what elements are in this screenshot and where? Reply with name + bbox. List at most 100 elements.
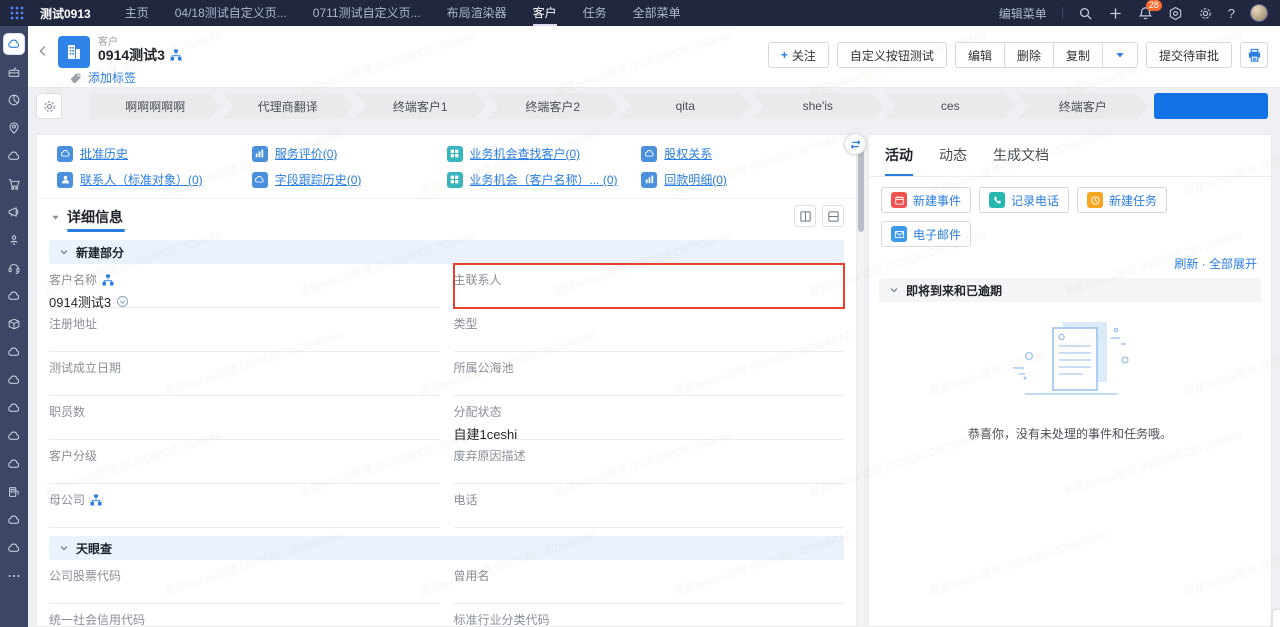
activity-tab[interactable]: 活动 <box>885 145 913 176</box>
collapse-caret-icon[interactable] <box>51 211 60 220</box>
add-tag-link[interactable]: 添加标签 <box>88 69 136 86</box>
sidebar-item-pump-16[interactable] <box>4 482 24 502</box>
stage-step[interactable]: 终端客户2 <box>488 93 619 119</box>
field-cell[interactable]: 电话 <box>453 484 844 528</box>
detail-tab[interactable]: 详细信息 <box>67 207 123 227</box>
related-link[interactable]: 联系人（标准对象）(0) <box>80 171 203 188</box>
service-hub-icon[interactable] <box>1168 6 1183 21</box>
sidebar-item-cloud-14[interactable] <box>4 426 24 446</box>
stage-step[interactable]: 终端客户 <box>1018 93 1149 119</box>
print-button[interactable] <box>1240 42 1268 68</box>
detail-scrollbar[interactable] <box>858 134 864 627</box>
topbar-menu-item[interactable]: 0711测试自定义页... <box>313 0 421 26</box>
activity-tab[interactable]: 动态 <box>939 145 967 176</box>
sidebar-item-personpin-7[interactable] <box>4 230 24 250</box>
hierarchy-icon[interactable] <box>170 49 182 61</box>
row-view-button[interactable] <box>822 205 844 227</box>
column-view-button[interactable] <box>794 205 816 227</box>
follow-button[interactable]: + 关注 <box>767 42 829 68</box>
search-icon[interactable] <box>1078 6 1093 21</box>
sidebar-item-pin-3[interactable] <box>4 118 24 138</box>
calendar-action-button[interactable]: 新建事件 <box>881 187 972 213</box>
stage-step[interactable]: qita <box>620 93 751 119</box>
more-actions-button[interactable] <box>1101 42 1138 68</box>
sidebar-item-cloud-18[interactable] <box>4 538 24 558</box>
related-link[interactable]: 回款明细(0) <box>664 171 727 188</box>
custom-test-button[interactable]: 自定义按钮测试 <box>836 42 947 68</box>
clock-action-button[interactable]: 新建任务 <box>1077 187 1168 213</box>
hierarchy-icon[interactable] <box>90 494 102 506</box>
submit-approval-button[interactable]: 提交待审批 <box>1145 42 1232 68</box>
sidebar-item-cloud-15[interactable] <box>4 454 24 474</box>
app-launcher-icon[interactable] <box>10 6 24 20</box>
field-cell[interactable]: 标准行业分类代码 <box>454 604 845 626</box>
sidebar-item-megaphone-6[interactable] <box>4 202 24 222</box>
user-avatar[interactable] <box>1250 4 1268 22</box>
activity-tab[interactable]: 生成文档 <box>993 145 1049 176</box>
related-link[interactable]: 业务机会（客户名称）... (0) <box>470 171 618 188</box>
stage-settings-button[interactable] <box>36 93 62 119</box>
phone-action-button[interactable]: 记录电话 <box>979 187 1070 213</box>
delete-button[interactable]: 删除 <box>1003 42 1054 68</box>
help-icon[interactable]: ? <box>1228 6 1235 21</box>
add-icon[interactable] <box>1108 6 1123 21</box>
topbar-menu-item[interactable]: 04/18测试自定义页... <box>175 0 287 26</box>
field-cell[interactable]: 所属公海池 <box>453 352 844 396</box>
related-link[interactable]: 股权关系 <box>664 145 712 162</box>
stage-step[interactable]: 终端客户1 <box>355 93 486 119</box>
field-cell[interactable]: 测试成立日期 <box>49 352 440 396</box>
field-cell[interactable]: 母公司 <box>49 484 440 528</box>
section-header[interactable]: 新建部分 <box>49 240 844 264</box>
topbar-menu-item[interactable]: 任务 <box>583 0 607 26</box>
field-cell[interactable]: 公司股票代码 <box>49 560 440 604</box>
field-cell[interactable]: 曾用名 <box>453 560 844 604</box>
sidebar-item-radio-1[interactable] <box>4 62 24 82</box>
field-cell[interactable]: 职员数 <box>49 396 440 440</box>
edit-menu-button[interactable]: 编辑菜单 <box>999 5 1047 22</box>
sidebar-item-headset-8[interactable] <box>4 258 24 278</box>
sidebar-item-cloud-0[interactable] <box>4 34 24 54</box>
sidebar-item-cloud-9[interactable] <box>4 286 24 306</box>
notifications-bell-icon[interactable]: 28 <box>1138 0 1162 21</box>
stage-step[interactable]: 代理商翻译 <box>223 93 354 119</box>
circlev-icon[interactable] <box>116 295 129 308</box>
edit-button[interactable]: 编辑 <box>954 42 1005 68</box>
related-link[interactable]: 业务机会查找客户(0) <box>470 145 581 162</box>
stage-step[interactable]: she'is <box>753 93 884 119</box>
copy-button[interactable]: 复制 <box>1052 42 1103 68</box>
sidebar-item-box-10[interactable] <box>4 314 24 334</box>
sidebar-item-cloud-17[interactable] <box>4 510 24 530</box>
sidebar-item-pie-2[interactable] <box>4 90 24 110</box>
field-cell[interactable]: 统一社会信用代码 <box>49 604 440 626</box>
field-cell[interactable]: 客户分级 <box>49 440 440 484</box>
related-link[interactable]: 服务评价(0) <box>275 145 338 162</box>
field-highlighted[interactable]: 主联系人 <box>452 263 845 309</box>
topbar-menu-item[interactable]: 主页 <box>125 0 149 26</box>
stage-step[interactable]: ces <box>885 93 1016 119</box>
field-cell[interactable]: 注册地址 <box>49 308 440 352</box>
related-link[interactable]: 批准历史 <box>80 145 128 162</box>
hierarchy-icon[interactable] <box>102 274 114 286</box>
sidebar-item-more-19[interactable] <box>4 566 24 586</box>
back-to-top-button[interactable] <box>1272 609 1280 627</box>
stage-action-button[interactable] <box>1154 93 1268 119</box>
section-header[interactable]: 天眼查 <box>49 536 844 560</box>
back-icon[interactable] <box>36 44 54 62</box>
field-cell[interactable]: 类型 <box>453 308 844 352</box>
field-cell[interactable]: 分配状态 自建1ceshi <box>453 396 844 442</box>
refresh-expand-link[interactable]: 刷新 · 全部展开 <box>1174 257 1257 271</box>
panel-swap-button[interactable] <box>844 133 866 155</box>
field-cell[interactable]: 客户名称 0914测试3 <box>49 264 440 310</box>
related-link[interactable]: 字段跟踪历史(0) <box>275 171 362 188</box>
sidebar-item-cloud-11[interactable] <box>4 342 24 362</box>
topbar-menu-item[interactable]: 布局渲染器 <box>447 0 507 26</box>
sidebar-item-cloud-12[interactable] <box>4 370 24 390</box>
stage-step[interactable]: 啊啊啊啊啊 <box>90 93 221 119</box>
sidebar-item-cloud-4[interactable] <box>4 146 24 166</box>
sidebar-item-cloud-13[interactable] <box>4 398 24 418</box>
mail-action-button[interactable]: 电子邮件 <box>881 221 972 247</box>
scrollbar-thumb[interactable] <box>858 150 864 232</box>
field-cell[interactable]: 废弃原因描述 <box>453 440 844 484</box>
sidebar-item-cart-5[interactable] <box>4 174 24 194</box>
upcoming-group-bar[interactable]: 即将到来和已逾期 <box>879 278 1261 302</box>
